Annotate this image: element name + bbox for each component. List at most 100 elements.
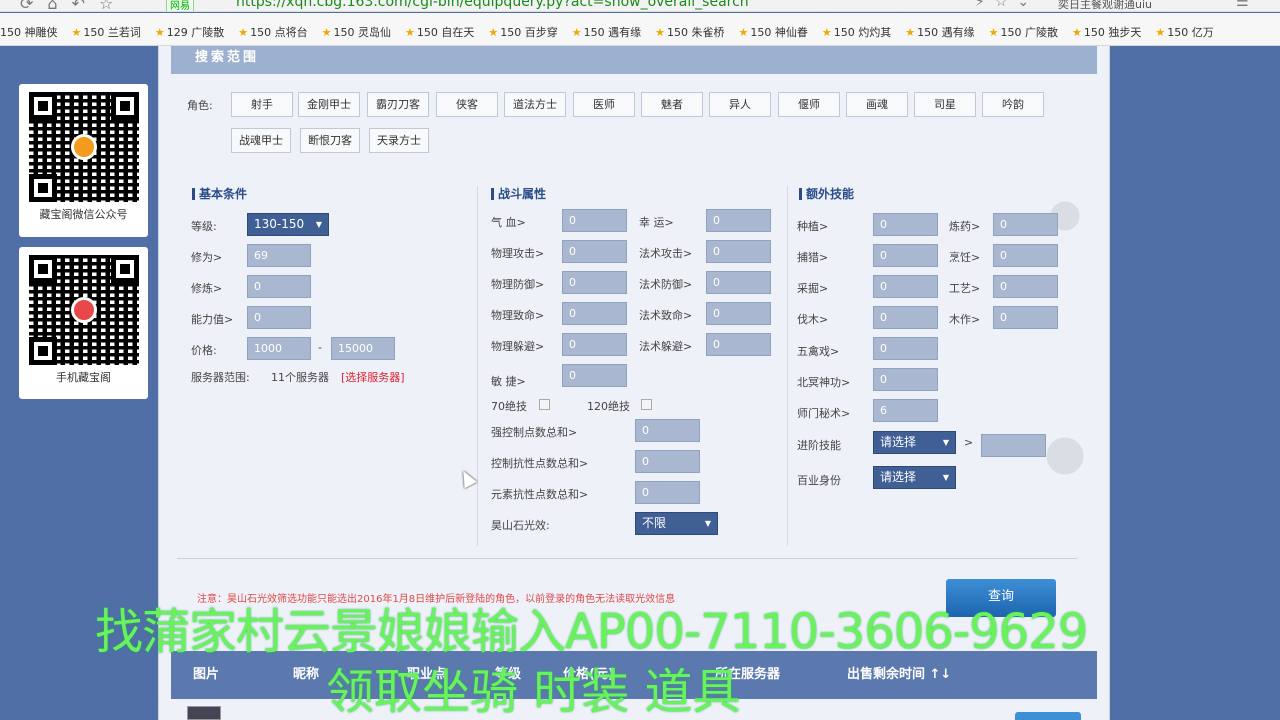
level-select[interactable]: 130-150 ▼ bbox=[247, 213, 329, 236]
advanced-skill-input[interactable] bbox=[981, 434, 1046, 457]
bookmark-star-icon: ★ bbox=[405, 26, 415, 39]
chevron-down-icon: ▼ bbox=[704, 519, 711, 528]
bookmark-item[interactable]: ★ 150 灵岛仙 bbox=[322, 24, 391, 40]
advanced-skill-select[interactable]: 请选择 ▼ bbox=[873, 431, 956, 454]
basic-conditions-title: 基本条件 bbox=[192, 188, 247, 200]
control-total-input[interactable]: 0 bbox=[635, 419, 700, 442]
result-action-button[interactable] bbox=[1015, 712, 1081, 720]
bookmark-star-icon: ★ bbox=[655, 26, 665, 39]
price-min-input[interactable]: 1000 bbox=[247, 337, 311, 360]
browser-nav-icons[interactable]: ⟳⌂↶☆ bbox=[20, 0, 127, 11]
extra-skill-input[interactable]: 0 bbox=[873, 275, 938, 298]
shimen-label: 师门秘术> bbox=[797, 407, 851, 420]
battle-attr-input[interactable]: 0 bbox=[706, 271, 771, 294]
bookmark-item[interactable]: ★ 150 兰若词 bbox=[72, 24, 141, 40]
section-divider bbox=[177, 558, 1077, 559]
extra-skill-label: 工艺> bbox=[949, 282, 981, 295]
role-button[interactable]: 医师 bbox=[573, 92, 635, 117]
bookmark-item[interactable]: ★ 150 遇有缘 bbox=[905, 24, 974, 40]
qr-code-icon bbox=[28, 255, 139, 365]
bookmark-item[interactable]: ★ 129 广陵散 bbox=[155, 24, 224, 40]
section-title: 搜索范围 bbox=[195, 50, 260, 65]
result-thumbnail[interactable] bbox=[187, 706, 221, 720]
battle-attr-input[interactable]: 0 bbox=[706, 240, 771, 263]
role-button[interactable]: 魅者 bbox=[641, 92, 703, 117]
baiye-select[interactable]: 请选择 ▼ bbox=[873, 466, 956, 489]
role-button[interactable]: 天录方士 bbox=[369, 128, 429, 153]
bookmark-item[interactable]: ★ 150 广陵散 bbox=[989, 24, 1058, 40]
role-button[interactable]: 偃师 bbox=[778, 92, 840, 117]
section-header: 搜索范围 bbox=[171, 46, 1097, 74]
browser-search-box[interactable]: 奕日主餐观谢通uiu bbox=[1058, 0, 1152, 11]
battle-attr-input[interactable]: 0 bbox=[562, 333, 627, 356]
browser-action-icons[interactable]: ⚡☆⌄ bbox=[975, 0, 1039, 10]
skill70-checkbox[interactable] bbox=[539, 399, 550, 410]
bookmark-star-icon: ★ bbox=[905, 26, 916, 39]
column-divider bbox=[477, 186, 478, 546]
role-button[interactable]: 金刚甲士 bbox=[298, 92, 360, 117]
stone-effect-select[interactable]: 不限 ▼ bbox=[635, 512, 718, 535]
element-resist-input[interactable]: 0 bbox=[635, 481, 700, 504]
bookmark-item[interactable]: ★ 150 朱雀桥 bbox=[655, 24, 724, 40]
bookmark-item[interactable]: ★ 150 独步天 bbox=[1072, 24, 1141, 40]
bookmark-item[interactable]: ★ 150 神仙眷 bbox=[739, 24, 808, 40]
role-button[interactable]: 断恨刀客 bbox=[300, 128, 360, 153]
battle-attr-input[interactable]: 0 bbox=[706, 333, 771, 356]
skill120-checkbox[interactable] bbox=[641, 399, 652, 410]
battle-attr-input[interactable]: 0 bbox=[562, 209, 627, 232]
battle-attr-input[interactable]: 0 bbox=[706, 302, 771, 325]
bookmark-item[interactable]: ★ 150 灼灼其 bbox=[822, 24, 891, 40]
xiuwei-input[interactable]: 69 bbox=[247, 244, 311, 267]
agility-input[interactable]: 0 bbox=[562, 364, 627, 387]
bookmark-label: 150 遇有缘 bbox=[917, 26, 975, 39]
extra-skill-input[interactable]: 0 bbox=[993, 213, 1058, 236]
role-button[interactable]: 画魂 bbox=[846, 92, 908, 117]
ability-input[interactable]: 0 bbox=[247, 306, 311, 329]
extra-skill-input[interactable]: 0 bbox=[873, 213, 938, 236]
role-button[interactable]: 异人 bbox=[709, 92, 771, 117]
role-button[interactable]: 侠客 bbox=[436, 92, 498, 117]
beiming-input[interactable]: 0 bbox=[873, 368, 938, 391]
skill120-label: 120绝技 bbox=[587, 400, 630, 413]
extra-skill-input[interactable]: 0 bbox=[873, 306, 938, 329]
bookmark-item[interactable]: 150 神雕侠 bbox=[0, 24, 58, 40]
battle-attr-input[interactable]: 0 bbox=[706, 209, 771, 232]
role-button[interactable]: 司星 bbox=[914, 92, 976, 117]
extra-skill-input[interactable]: 0 bbox=[993, 306, 1058, 329]
extra-skill-input[interactable]: 0 bbox=[993, 244, 1058, 267]
column-divider bbox=[787, 186, 788, 546]
xiulian-label: 修炼> bbox=[191, 282, 223, 295]
browser-menu-icon[interactable]: ☰ bbox=[1236, 0, 1249, 10]
shimen-input[interactable]: 6 bbox=[873, 399, 938, 422]
role-button[interactable]: 战魂甲士 bbox=[231, 128, 291, 153]
bookmark-item[interactable]: ★ 150 遇有缘 bbox=[572, 24, 641, 40]
stone-effect-value: 不限 bbox=[642, 516, 667, 530]
browser-toolbar: ⟳⌂↶☆ 网易 https://xqn.cbg.163.com/cgi-bin/… bbox=[0, 0, 1280, 12]
extra-skill-input[interactable]: 0 bbox=[873, 244, 938, 267]
bookmark-star-icon: ★ bbox=[71, 26, 82, 39]
bookmark-item[interactable]: ★ 150 百步穿 bbox=[488, 24, 557, 40]
xiulian-input[interactable]: 0 bbox=[247, 275, 311, 298]
role-button[interactable]: 射手 bbox=[231, 92, 293, 117]
role-button[interactable]: 吟韵 bbox=[982, 92, 1044, 117]
select-server-link[interactable]: [选择服务器] bbox=[341, 369, 405, 385]
battle-attr-input[interactable]: 0 bbox=[562, 302, 627, 325]
extra-skill-input[interactable]: 0 bbox=[993, 275, 1058, 298]
wuqin-input[interactable]: 0 bbox=[873, 337, 938, 360]
address-bar[interactable]: https://xqn.cbg.163.com/cgi-bin/equipque… bbox=[236, 0, 749, 10]
battle-attr-input[interactable]: 0 bbox=[562, 240, 627, 263]
bookmark-label: 150 点将台 bbox=[250, 26, 308, 39]
bookmark-label: 150 朱雀桥 bbox=[667, 26, 725, 39]
control-resist-input[interactable]: 0 bbox=[635, 450, 700, 473]
role-button[interactable]: 霸刃刀客 bbox=[367, 92, 429, 117]
battle-attr-label: 物理躲避> bbox=[491, 340, 545, 353]
bookmark-item[interactable]: ★ 150 点将台 bbox=[238, 24, 307, 40]
price-max-input[interactable]: 15000 bbox=[331, 337, 395, 360]
bookmark-item[interactable]: ★ 150 自在天 bbox=[405, 24, 474, 40]
qr-code-icon bbox=[28, 92, 139, 202]
bookmark-item[interactable]: ★ 150 亿万 bbox=[1155, 24, 1213, 40]
battle-attr-input[interactable]: 0 bbox=[562, 271, 627, 294]
role-button[interactable]: 道法方士 bbox=[504, 92, 566, 117]
bookmark-star-icon: ★ bbox=[1072, 26, 1082, 39]
extra-skill-label: 炼药> bbox=[949, 220, 981, 233]
